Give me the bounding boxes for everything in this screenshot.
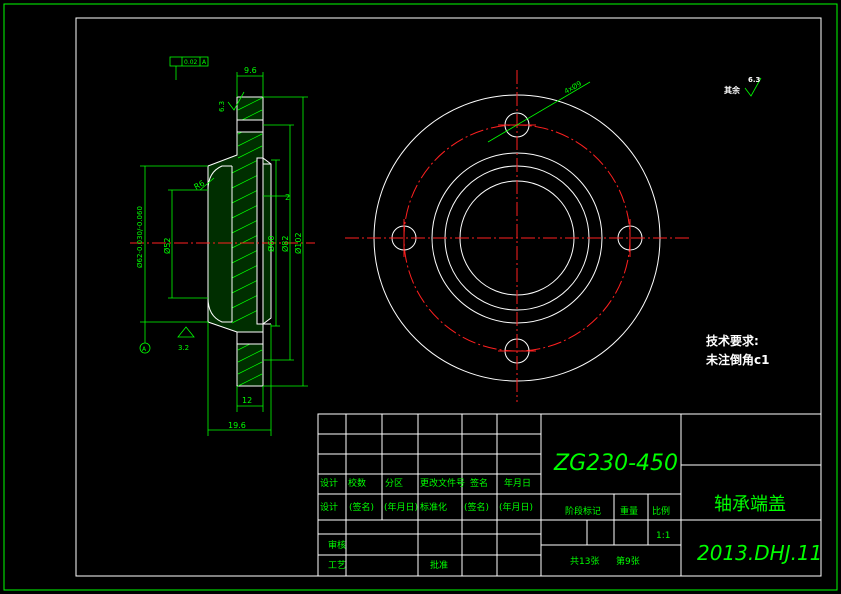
tb-r2-c1: 设计 [320, 501, 338, 513]
tb-r2-c5: (签名) [464, 501, 489, 513]
tb-r1-c4: 更改文件号 [420, 477, 465, 489]
dim-hub-length: 12 [242, 396, 252, 405]
tb-process: 工艺 [328, 560, 346, 571]
dim-dia-102: Ø102 [293, 232, 303, 254]
roughness-value: 6.3 [748, 76, 761, 84]
cad-drawing: 9.6 12 19.6 2 R6 Ø52 Ø62-0.030/-0.060 Ø6… [3, 3, 838, 591]
tb-r1-c1: 设计 [320, 477, 338, 489]
tb-scale-value: 1:1 [656, 531, 670, 541]
part-name: 轴承端盖 [714, 494, 786, 515]
tb-sheets-total: 共13张 [570, 556, 599, 567]
tb-stage-mark: 阶段标记 [565, 505, 601, 517]
tech-req-line: 未注倒角c1 [705, 352, 769, 367]
rough-top-value: 6.3 [218, 101, 226, 112]
tb-sheet-no: 第9张 [616, 555, 640, 567]
drawing-number: 2013.DHJ.11 [697, 541, 822, 565]
dim-step: 2 [285, 193, 290, 202]
tb-r2-c3: (年月日) [384, 501, 418, 513]
inner-border [75, 17, 822, 577]
front-view [345, 70, 690, 402]
datum-letter: A [142, 346, 147, 353]
tech-req-heading: 技术要求: [706, 333, 759, 348]
part-code: ZG230-450 [553, 451, 678, 476]
dim-holes: 4xØ9 [563, 80, 583, 96]
tb-r1-c6: 年月日 [504, 477, 531, 489]
roughness-label: 其余 [724, 85, 741, 95]
tb-scale-label: 比例 [652, 505, 670, 517]
rough-left-value: 3.2 [178, 344, 189, 352]
tb-r1-c5: 签名 [470, 477, 488, 489]
gdt-tolerance: 0.02 [184, 59, 198, 66]
tb-r2-c4: 标准化 [420, 501, 447, 513]
dim-total-length: 19.6 [228, 421, 246, 430]
tb-approve: 批准 [430, 559, 448, 571]
tb-r2-c2: (签名) [349, 501, 374, 513]
tb-r1-c2: 校数 [348, 477, 366, 489]
dim-dia-60: Ø60 [266, 236, 276, 252]
dim-dia-52: Ø52 [162, 238, 172, 254]
dim-dia-62: Ø62-0.030/-0.060 [136, 206, 144, 268]
tb-weight: 重量 [620, 505, 638, 517]
dim-dia-82: Ø82 [280, 236, 290, 252]
gdt-reference: A [202, 59, 207, 66]
tb-r2-c6: (年月日) [499, 501, 533, 513]
tb-r1-c3: 分区 [385, 478, 403, 489]
dim-flange-thickness: 9.6 [244, 66, 257, 75]
tb-review: 审核 [328, 539, 346, 551]
